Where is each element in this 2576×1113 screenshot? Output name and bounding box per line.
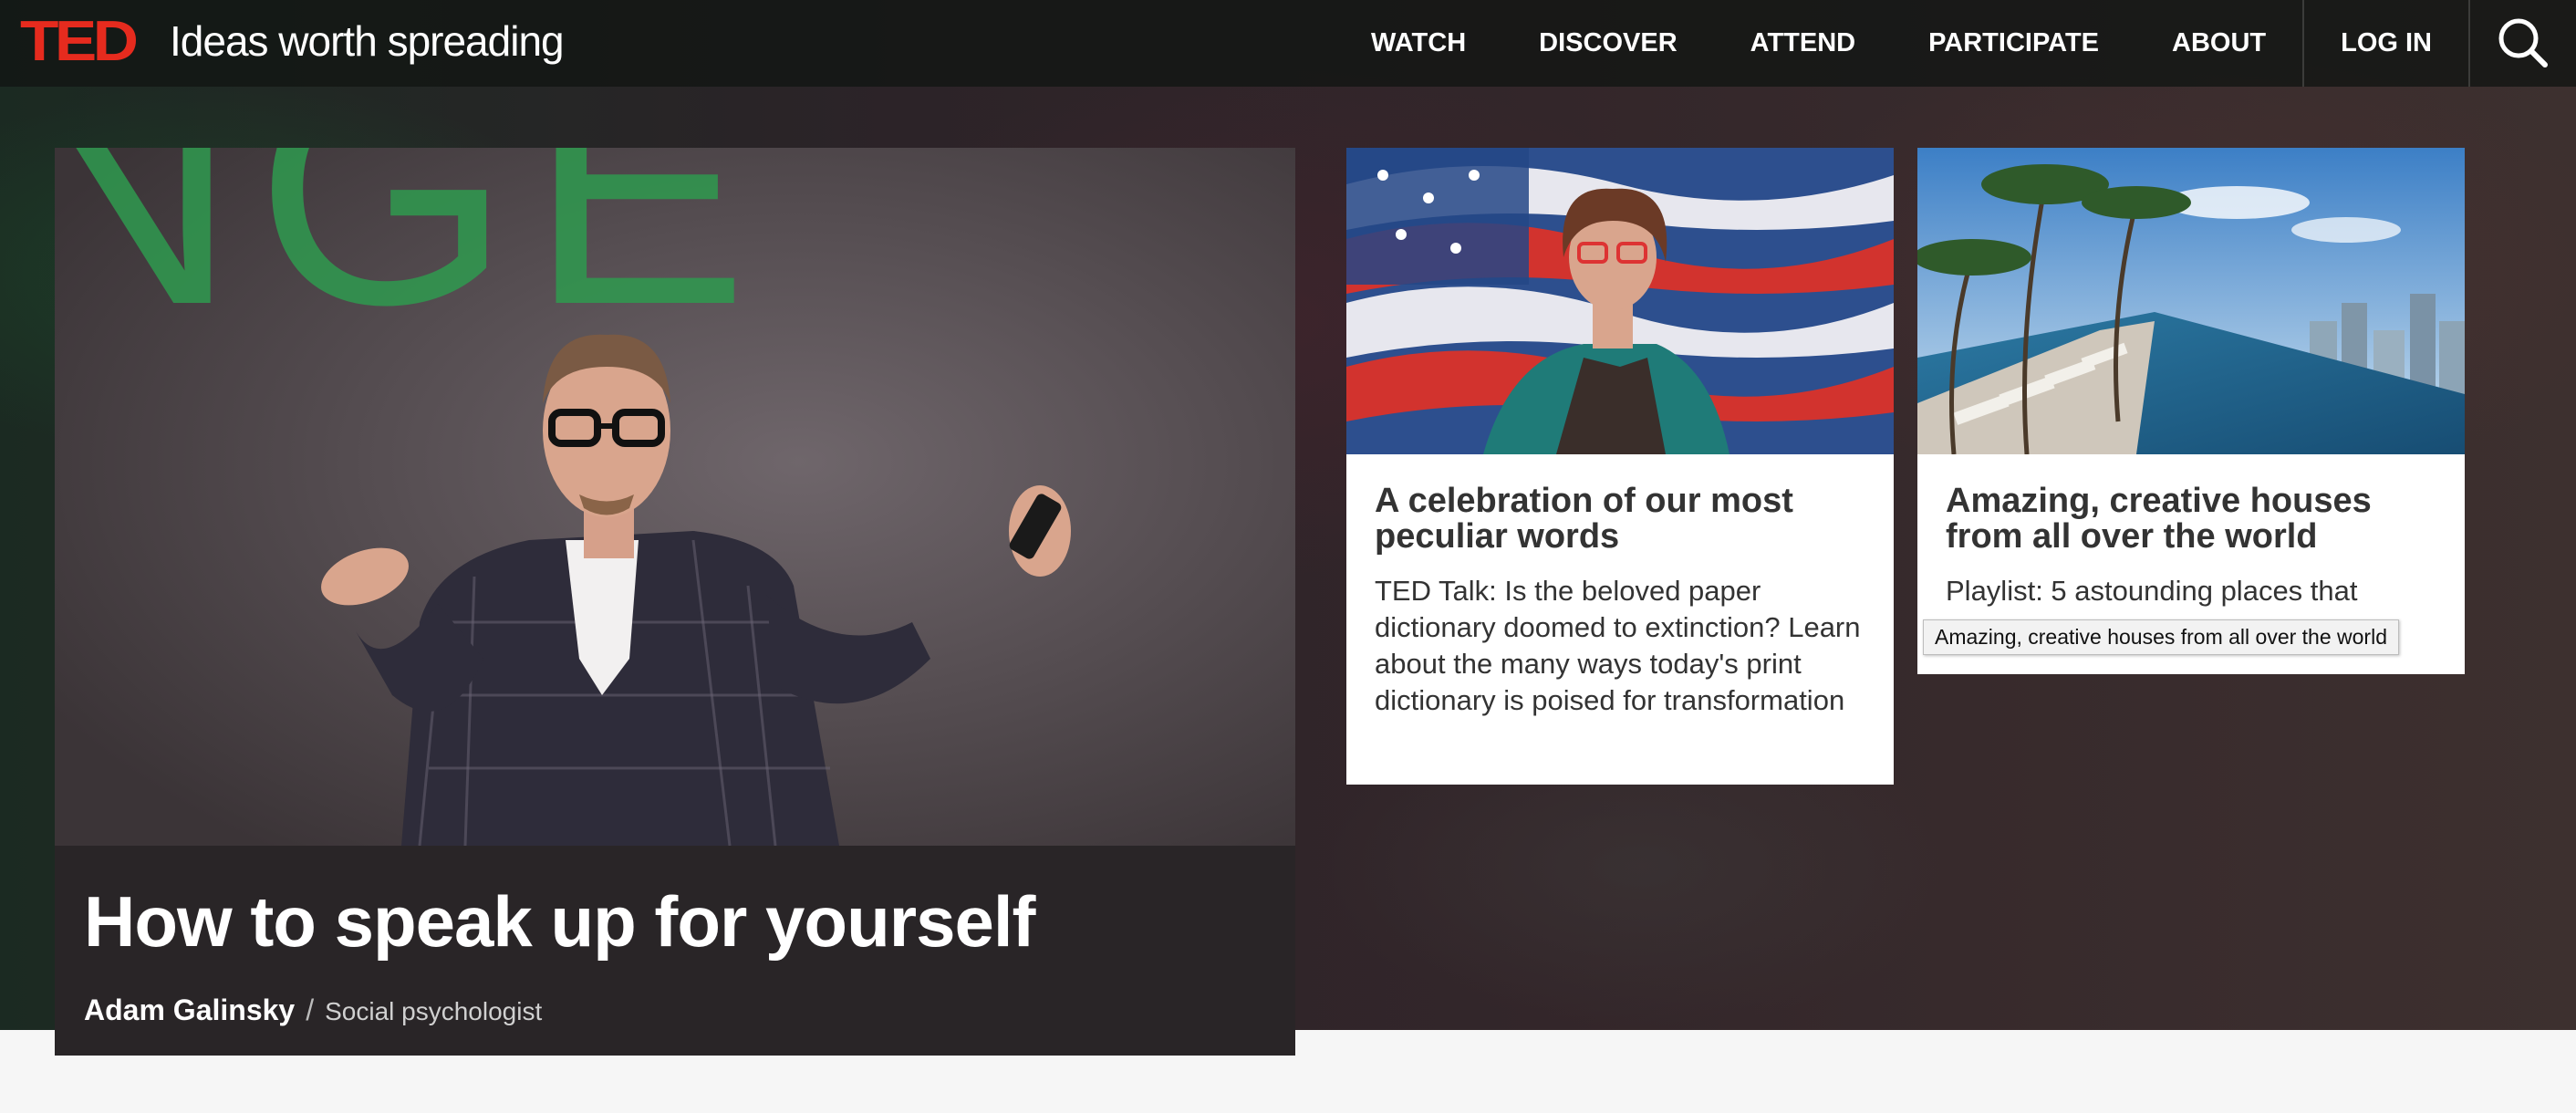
nav-discover[interactable]: DISCOVER [1502, 0, 1713, 87]
featured-talk[interactable]: NGE How to speak up for yourself Adam Ga… [55, 148, 1295, 1056]
nav-participate[interactable]: PARTICIPATE [1892, 0, 2135, 87]
card-image-houses-playlist [1917, 148, 2465, 454]
card-title[interactable]: A celebration of our most peculiar words [1375, 484, 1867, 555]
tagline: Ideas worth spreading [170, 17, 565, 65]
ted-logo[interactable]: TED [20, 9, 139, 74]
featured-talk-title[interactable]: How to speak up for yourself [84, 880, 1035, 963]
card-image-dictionary-talk [1346, 148, 1894, 454]
search-icon [2498, 18, 2548, 68]
featured-talk-photo: NGE [55, 148, 1295, 846]
card-title[interactable]: Amazing, creative houses from all over t… [1946, 484, 2438, 555]
card-description: TED Talk: Is the beloved paper dictionar… [1375, 575, 1861, 716]
hover-tooltip: Amazing, creative houses from all over t… [1923, 619, 2399, 655]
speaker-separator: / [306, 993, 315, 1026]
top-navigation-bar: TED Ideas worth spreading WATCH DISCOVER… [0, 0, 2576, 87]
featured-card-dictionary[interactable]: A celebration of our most peculiar words… [1346, 148, 1894, 785]
nav-about[interactable]: ABOUT [2135, 0, 2302, 87]
main-nav: WATCH DISCOVER ATTEND PARTICIPATE ABOUT … [1335, 0, 2576, 87]
login-button[interactable]: LOG IN [2304, 0, 2468, 87]
card-description: Playlist: 5 astounding places that [1946, 575, 2358, 607]
nav-attend[interactable]: ATTEND [1714, 0, 1892, 87]
featured-talk-caption: How to speak up for yourself Adam Galins… [55, 846, 1295, 1056]
speaker-role: Social psychologist [325, 997, 543, 1025]
search-button[interactable] [2470, 0, 2576, 87]
backdrop-letters: NGE [55, 148, 766, 373]
featured-card-houses[interactable]: Amazing, creative houses from all over t… [1917, 148, 2465, 674]
featured-talk-speaker: Adam Galinsky / Social psychologist [84, 993, 542, 1027]
speaker-name[interactable]: Adam Galinsky [84, 993, 295, 1026]
nav-watch[interactable]: WATCH [1335, 0, 1502, 87]
